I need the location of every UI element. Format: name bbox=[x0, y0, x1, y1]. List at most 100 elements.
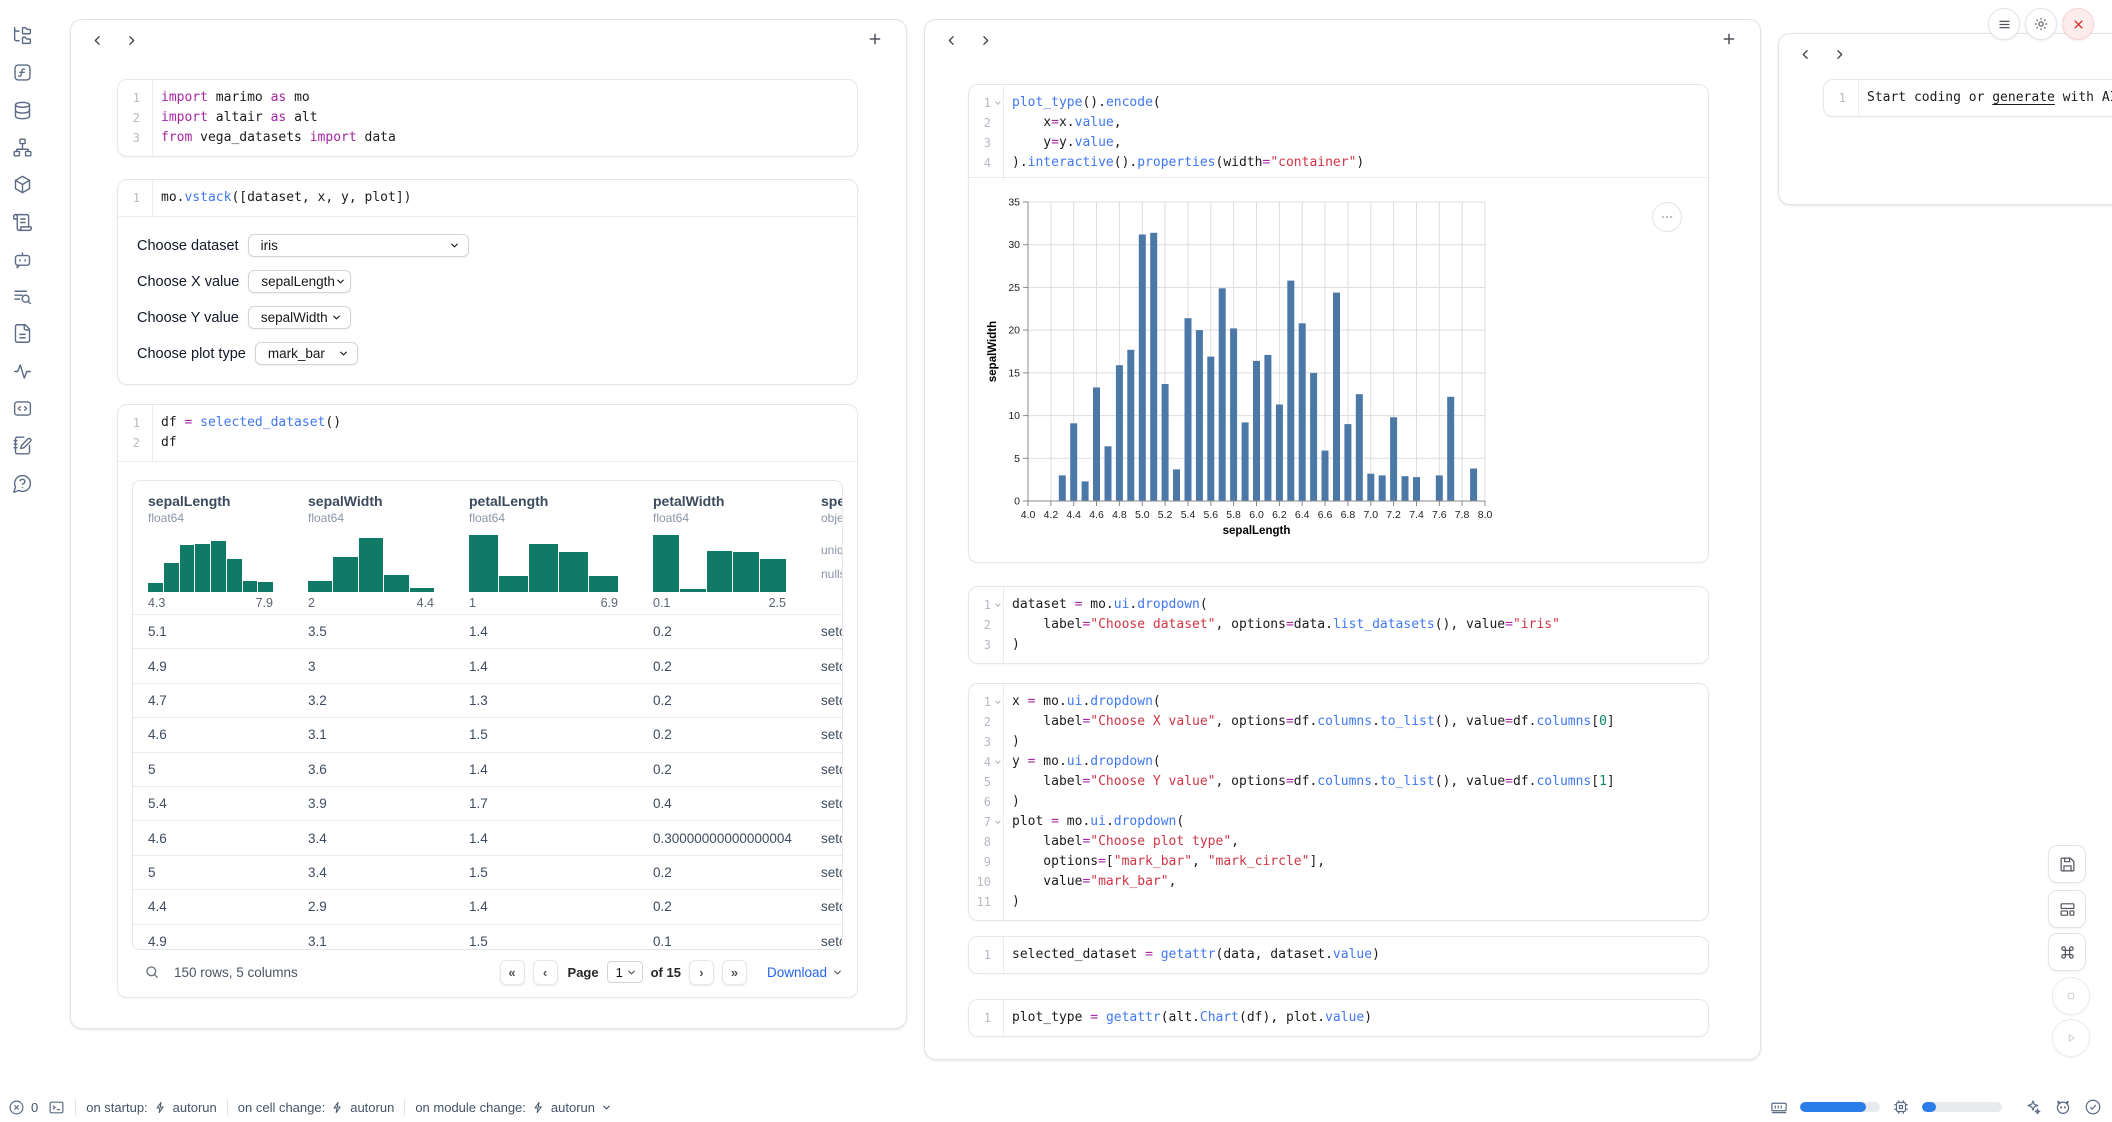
table-cell: 0.2 bbox=[653, 899, 821, 914]
next-page-button[interactable]: › bbox=[689, 960, 714, 985]
generate-with-ai-link[interactable]: generate bbox=[1992, 90, 2055, 105]
tracing-icon[interactable] bbox=[12, 361, 33, 382]
table-cell: 0.2 bbox=[653, 659, 821, 674]
column3-nav bbox=[1795, 44, 1849, 64]
command-icon bbox=[2059, 944, 2076, 961]
prev-page-button[interactable]: ‹ bbox=[533, 960, 558, 985]
interrupt-button[interactable] bbox=[2052, 977, 2090, 1015]
fold-chevron-icon[interactable] bbox=[994, 99, 1002, 107]
table-row[interactable]: 5.43.91.70.4setosa bbox=[133, 786, 842, 820]
code-editor[interactable]: 1selected_dataset = getattr(data, datase… bbox=[969, 937, 1708, 973]
table-row[interactable]: 53.61.40.2setosa bbox=[133, 752, 842, 786]
code-editor[interactable]: 123dataset = mo.ui.dropdown( label="Choo… bbox=[969, 587, 1708, 663]
chevron-right-icon[interactable] bbox=[121, 30, 141, 50]
shutdown-button[interactable] bbox=[2062, 8, 2094, 40]
table-row[interactable]: 4.42.91.40.2setosa bbox=[133, 889, 842, 923]
chevron-left-icon[interactable] bbox=[1795, 44, 1815, 64]
help-icon[interactable] bbox=[12, 473, 33, 494]
table-row[interactable]: 53.41.50.2setosa bbox=[133, 855, 842, 889]
settings-button[interactable] bbox=[2025, 8, 2057, 40]
svg-text:15: 15 bbox=[1008, 367, 1020, 379]
table-row[interactable]: 4.93.11.50.1setosa bbox=[133, 924, 842, 950]
fold-chevron-icon[interactable] bbox=[994, 818, 1002, 826]
run-all-button[interactable] bbox=[2052, 1019, 2090, 1057]
runtime-config-3[interactable]: on module change:autorun bbox=[415, 1100, 612, 1115]
dropdown-choose-x-value[interactable]: sepalLength bbox=[248, 270, 351, 293]
code-editor[interactable]: 1plot_type = getattr(alt.Chart(df), plot… bbox=[969, 1000, 1708, 1036]
runtime-config-1[interactable]: on startup:autorun bbox=[86, 1100, 217, 1115]
column-header-petalLength[interactable]: petalLengthfloat6416.9 bbox=[469, 493, 653, 610]
page-select[interactable]: 1 bbox=[607, 961, 643, 983]
column-header-species[interactable]: speciesobjectunique:nulls: bbox=[821, 493, 843, 610]
column-header-petalWidth[interactable]: petalWidthfloat640.12.5 bbox=[653, 493, 821, 610]
dropdown-choose-dataset[interactable]: iris bbox=[248, 234, 469, 257]
ai-assistant-button[interactable] bbox=[2024, 1098, 2042, 1116]
logs-icon[interactable] bbox=[12, 212, 33, 233]
scratchpad-icon[interactable] bbox=[12, 435, 33, 456]
code-editor[interactable]: 1 Start coding or generate with AI bbox=[1824, 80, 2112, 116]
snippets-icon[interactable] bbox=[12, 398, 33, 419]
table-cell: 5 bbox=[148, 865, 308, 880]
column-header-sepalLength[interactable]: sepalLengthfloat644.37.9 bbox=[148, 493, 308, 610]
table-cell: setosa bbox=[821, 727, 843, 742]
table-cell: 5.4 bbox=[148, 796, 308, 811]
svg-text:5.6: 5.6 bbox=[1203, 509, 1218, 521]
dependency-graph-icon[interactable] bbox=[12, 137, 33, 158]
code-editor[interactable]: 1234plot_type().encode( x=x.value, y=y.v… bbox=[969, 85, 1708, 181]
sparkles-icon bbox=[2024, 1098, 2042, 1116]
control-row: Choose datasetiris bbox=[137, 234, 857, 257]
connection-status-button[interactable] bbox=[2084, 1098, 2102, 1116]
table-cell: setosa bbox=[821, 934, 843, 949]
svg-text:5.2: 5.2 bbox=[1158, 509, 1173, 521]
dropdown-choose-plot-type[interactable]: mark_bar bbox=[255, 342, 358, 365]
ai-chat-icon[interactable] bbox=[12, 249, 33, 270]
fold-chevron-icon[interactable] bbox=[994, 601, 1002, 609]
fold-chevron-icon[interactable] bbox=[994, 758, 1002, 766]
packages-icon[interactable] bbox=[12, 174, 33, 195]
chevron-right-icon[interactable] bbox=[975, 30, 995, 50]
code-editor[interactable]: 1234567891011x = mo.ui.dropdown( label="… bbox=[969, 684, 1708, 920]
code-editor[interactable]: 123import marimo as moimport altair as a… bbox=[118, 80, 857, 156]
save-button[interactable] bbox=[2048, 845, 2086, 883]
datasources-icon[interactable] bbox=[12, 100, 33, 121]
documentation-icon[interactable] bbox=[12, 323, 33, 344]
table-cell: 3.2 bbox=[308, 693, 469, 708]
file-explorer-icon[interactable] bbox=[12, 25, 33, 46]
keyboard-shortcuts-button[interactable] bbox=[2048, 933, 2086, 971]
add-cell-button[interactable] bbox=[866, 30, 886, 50]
code-editor[interactable]: 1mo.vstack([dataset, x, y, plot]) bbox=[118, 180, 857, 216]
close-icon bbox=[2072, 18, 2085, 31]
table-row[interactable]: 4.73.21.30.2setosa bbox=[133, 683, 842, 717]
chevron-left-icon[interactable] bbox=[87, 30, 107, 50]
chevron-left-icon[interactable] bbox=[941, 30, 961, 50]
chart-actions-menu-button[interactable] bbox=[1652, 202, 1682, 232]
github-button[interactable] bbox=[2054, 1098, 2072, 1116]
fold-chevron-icon[interactable] bbox=[994, 698, 1002, 706]
table-row[interactable]: 5.13.51.40.2setosa bbox=[133, 614, 842, 648]
dropdown-choose-y-value[interactable]: sepalWidth bbox=[248, 306, 351, 329]
download-button[interactable]: Download bbox=[767, 965, 843, 980]
first-page-button[interactable]: « bbox=[500, 960, 525, 985]
chevron-right-icon[interactable] bbox=[1829, 44, 1849, 64]
terminal-icon bbox=[48, 1099, 65, 1116]
table-row[interactable]: 4.63.11.50.2setosa bbox=[133, 717, 842, 751]
table-cell: 3 bbox=[308, 659, 469, 674]
error-count-badge[interactable]: 0 bbox=[8, 1099, 38, 1116]
outline-search-icon[interactable] bbox=[12, 286, 33, 307]
layout-view-button[interactable] bbox=[2048, 890, 2086, 928]
runtime-config-2[interactable]: on cell change:autorun bbox=[238, 1100, 395, 1115]
column-header-sepalWidth[interactable]: sepalWidthfloat6424.4 bbox=[308, 493, 469, 610]
last-page-button[interactable]: » bbox=[722, 960, 747, 985]
functions-icon[interactable] bbox=[12, 62, 33, 83]
save-icon bbox=[2059, 856, 2076, 873]
table-row[interactable]: 4.931.40.2setosa bbox=[133, 648, 842, 682]
chart-output: 4.04.24.44.64.85.05.25.45.65.86.06.26.46… bbox=[969, 177, 1708, 562]
search-icon[interactable] bbox=[144, 964, 160, 980]
terminal-button[interactable] bbox=[48, 1099, 65, 1116]
table-row[interactable]: 4.63.41.40.30000000000000004setosa bbox=[133, 820, 842, 854]
table-cell: setosa bbox=[821, 899, 843, 914]
code-editor[interactable]: 12df = selected_dataset()df bbox=[118, 405, 857, 461]
altair-bar-chart[interactable]: 4.04.24.44.64.85.05.25.45.65.86.06.26.46… bbox=[985, 189, 1685, 549]
add-cell-button[interactable] bbox=[1720, 30, 1740, 50]
notebook-menu-button[interactable] bbox=[1988, 8, 2020, 40]
